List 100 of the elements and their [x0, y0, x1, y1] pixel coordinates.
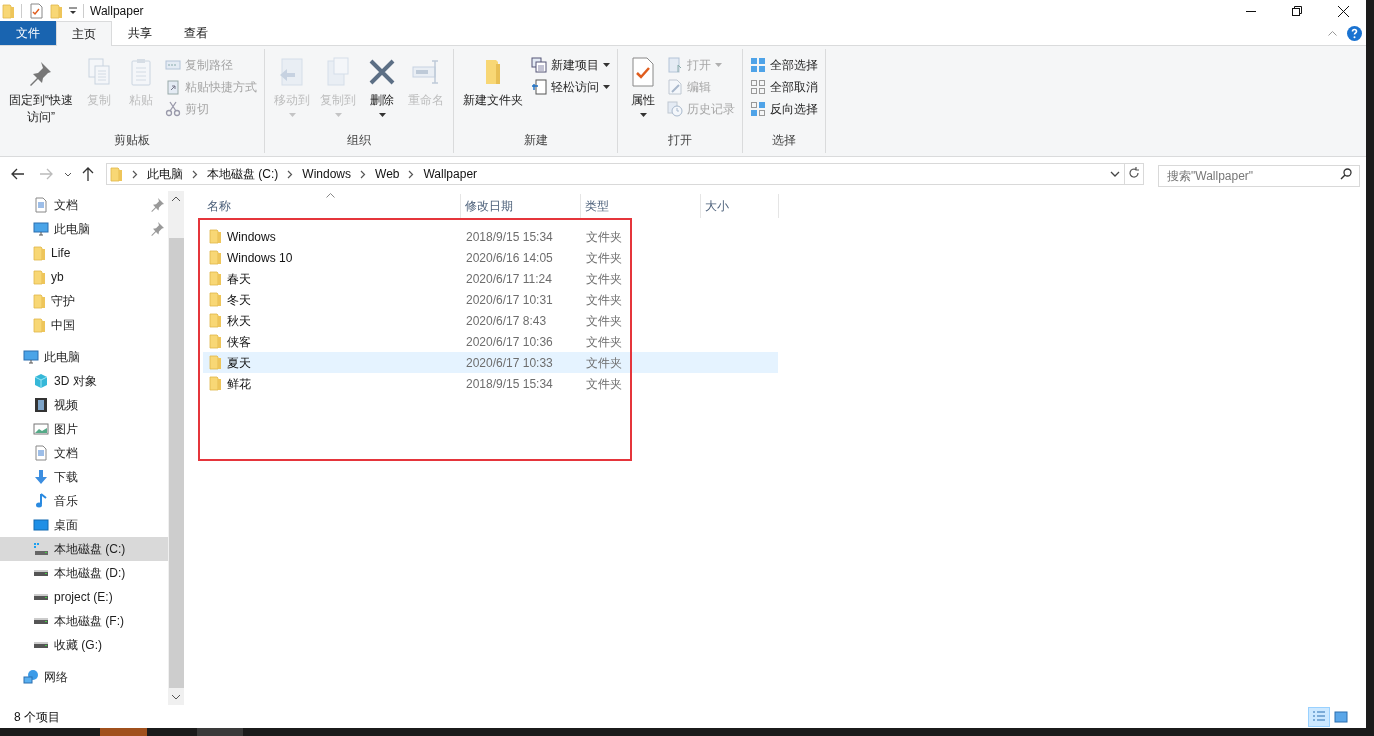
modified-date: 2020/6/17 10:36 — [465, 333, 554, 351]
file-row[interactable]: 秋天 2020/6/17 8:43 文件夹 — [203, 310, 778, 331]
large-icons-view-icon — [1333, 708, 1349, 725]
file-row[interactable]: 夏天 2020/6/17 10:33 文件夹 — [203, 352, 778, 373]
history-icon — [667, 101, 683, 117]
nav-item[interactable]: 文档 — [0, 193, 168, 217]
properties-icon — [28, 3, 44, 19]
search-field[interactable]: 搜索"Wallpaper" — [1158, 165, 1360, 187]
ribbon-tab[interactable]: 主页 — [56, 21, 112, 46]
column-header[interactable]: 大小 — [701, 194, 779, 218]
folder-icon — [209, 313, 222, 328]
ribbon-small-button[interactable]: 全部选择 — [747, 54, 821, 76]
caret-icon — [288, 113, 296, 117]
nav-item[interactable]: 本地磁盘 (F:) — [0, 609, 168, 633]
music-note-icon — [33, 493, 49, 509]
file-name: 春天 — [227, 270, 251, 288]
nav-item[interactable]: 3D 对象 — [0, 369, 168, 393]
caret-icon — [334, 113, 342, 117]
folder-icon — [209, 229, 222, 244]
breadcrumb-item[interactable]: 本地磁盘 (C:) — [207, 165, 279, 183]
nav-item[interactable]: 守护 — [0, 289, 168, 313]
file-row[interactable]: 冬天 2020/6/17 10:31 文件夹 — [203, 289, 778, 310]
modified-date: 2018/9/15 15:34 — [465, 228, 554, 246]
column-header[interactable]: 名称 — [203, 194, 461, 218]
help-icon[interactable] — [1347, 25, 1362, 41]
select-none-icon — [750, 79, 766, 95]
column-header[interactable]: 修改日期 — [461, 194, 581, 218]
ribbon-group-label: 打开 — [667, 132, 693, 149]
file-name: 秋天 — [227, 312, 251, 330]
nav-item[interactable]: project (E:) — [0, 585, 168, 609]
system-drive-icon — [33, 541, 49, 557]
nav-item[interactable]: 图片 — [0, 417, 168, 441]
file-row[interactable]: 侠客 2020/6/17 10:36 文件夹 — [203, 331, 778, 352]
folder-icon — [209, 376, 222, 391]
nav-item[interactable]: 视频 — [0, 393, 168, 417]
column-header[interactable]: 类型 — [581, 194, 701, 218]
modified-date: 2018/9/15 15:34 — [465, 375, 554, 393]
caret-icon — [639, 113, 647, 117]
ribbon-button[interactable]: 固定到“快速访问” — [4, 52, 78, 126]
breadcrumb-item[interactable]: Wallpaper — [423, 165, 478, 183]
chevron-right-icon — [360, 169, 366, 179]
document-icon — [33, 197, 49, 213]
folder-icon — [209, 334, 222, 349]
nav-item[interactable]: 本地磁盘 (C:) — [0, 537, 168, 561]
nav-item[interactable]: 桌面 — [0, 513, 168, 537]
file-type: 文件夹 — [585, 375, 623, 393]
breadcrumb-item[interactable]: Windows — [302, 165, 351, 183]
address-bar[interactable]: 此电脑 本地磁盘 (C:) Windows Web Wallpaper — [106, 163, 1144, 185]
caret-icon — [378, 113, 386, 117]
ribbon-group-label: 剪贴板 — [113, 132, 151, 149]
nav-item[interactable]: Life — [0, 241, 168, 265]
nav-item[interactable]: 网络 — [0, 665, 168, 689]
nav-item[interactable]: 文档 — [0, 441, 168, 465]
file-name: 鲜花 — [227, 375, 251, 393]
drive-icon — [34, 594, 48, 600]
ribbon-small-button[interactable]: 反向选择 — [747, 98, 821, 120]
window-title: Wallpaper — [90, 3, 144, 20]
file-row[interactable]: 鲜花 2018/9/15 15:34 文件夹 — [203, 373, 778, 394]
nav-item[interactable]: 收藏 (G:) — [0, 633, 168, 657]
search-icon — [1340, 168, 1352, 180]
new-item-icon — [531, 57, 547, 73]
nav-item[interactable]: 此电脑 — [0, 217, 168, 241]
file-type: 文件夹 — [585, 354, 623, 372]
invert-selection-icon — [750, 101, 766, 117]
nav-item[interactable]: 中国 — [0, 313, 168, 337]
collapse-ribbon-icon[interactable] — [1328, 30, 1337, 36]
path-icon — [165, 57, 181, 73]
item-count: 8 个项目 — [14, 708, 60, 726]
ribbon-small-button[interactable]: 全部取消 — [747, 76, 821, 98]
file-type: 文件夹 — [585, 270, 623, 288]
sort-ascending-icon — [326, 193, 335, 198]
file-row[interactable]: 春天 2020/6/17 11:24 文件夹 — [203, 268, 778, 289]
nav-item[interactable]: 此电脑 — [0, 345, 168, 369]
nav-item[interactable]: 音乐 — [0, 489, 168, 513]
ribbon-tab[interactable]: 共享 — [112, 21, 168, 45]
scissors-icon — [165, 101, 181, 117]
file-type: 文件夹 — [585, 333, 623, 351]
nav-item[interactable]: 本地磁盘 (D:) — [0, 561, 168, 585]
close-icon — [1337, 5, 1349, 17]
ribbon-button[interactable]: 属性 — [622, 52, 664, 117]
ribbon-group-label: 选择 — [771, 132, 797, 149]
nav-item[interactable]: yb — [0, 265, 168, 289]
file-row[interactable]: Windows 10 2020/6/16 14:05 文件夹 — [203, 247, 778, 268]
folder-icon — [2, 3, 15, 19]
ribbon-button[interactable]: 新建文件夹 — [458, 52, 528, 109]
modified-date: 2020/6/17 11:24 — [465, 270, 553, 288]
view-toggle[interactable] — [1308, 706, 1330, 727]
nav-item[interactable]: 下载 — [0, 465, 168, 489]
ribbon-small-button[interactable]: 新建项目 — [528, 54, 613, 76]
ribbon-tab[interactable]: 文件 — [0, 21, 56, 45]
customize-toolbar-icon[interactable] — [69, 7, 77, 15]
breadcrumb-item[interactable]: 此电脑 — [147, 165, 183, 183]
document-icon — [33, 445, 49, 461]
ribbon-small-button[interactable]: 轻松访问 — [528, 76, 613, 98]
caret-icon — [715, 63, 722, 67]
file-row[interactable]: Windows 2018/9/15 15:34 文件夹 — [203, 226, 778, 247]
breadcrumb-item[interactable]: Web — [375, 165, 400, 183]
modified-date: 2020/6/16 14:05 — [465, 249, 554, 267]
ribbon-button[interactable]: 删除 — [361, 52, 403, 117]
ribbon-tab[interactable]: 查看 — [168, 21, 224, 45]
